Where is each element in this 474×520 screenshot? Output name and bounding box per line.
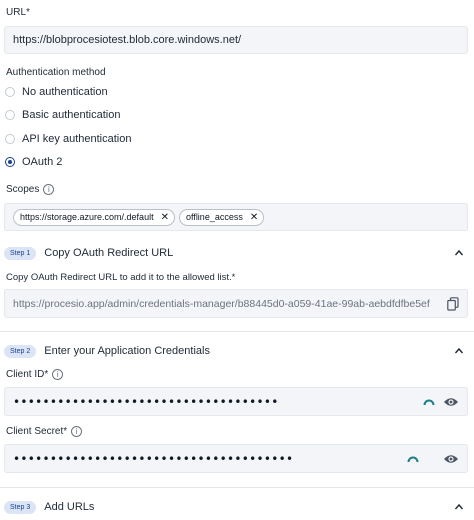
radio-label: No authentication xyxy=(22,86,108,98)
client-secret-value: •••••••••••••••••••••••••••••••••••••• xyxy=(13,451,294,466)
step2-header[interactable]: Step 2 Enter your Application Credential… xyxy=(4,343,470,359)
radio-button[interactable] xyxy=(5,87,15,97)
eye-icon[interactable] xyxy=(443,396,459,408)
scope-chip: https://storage.azure.com/.default ✕ xyxy=(13,208,175,226)
remove-chip-icon[interactable]: ✕ xyxy=(161,212,169,223)
url-value: https://blobprocesiotest.blob.core.windo… xyxy=(13,34,242,46)
client-secret-input[interactable]: •••••••••••••••••••••••••••••••••••••• xyxy=(4,444,468,473)
radio-no-auth[interactable]: No authentication xyxy=(5,86,108,98)
info-icon[interactable]: i xyxy=(71,426,83,437)
step-badge: Step 2 xyxy=(4,344,37,358)
client-secret-label: Client Secret* i xyxy=(6,426,83,437)
divider xyxy=(0,331,474,332)
redirect-url-value: https://procesio.app/admin/credentials-m… xyxy=(13,297,430,310)
copy-icon[interactable] xyxy=(447,296,459,311)
eye-icon[interactable] xyxy=(443,453,459,465)
loading-spinner-icon xyxy=(407,456,419,463)
scope-chip: offline_access ✕ xyxy=(178,208,265,226)
auth-method-label: Authentication method xyxy=(6,67,106,78)
radio-basic-auth[interactable]: Basic authentication xyxy=(5,109,120,121)
client-id-input[interactable]: •••••••••••••••••••••••••••••••••••• xyxy=(4,387,468,416)
radio-label: API key authentication xyxy=(22,133,132,145)
chevron-up-icon[interactable] xyxy=(454,502,464,512)
step3-header[interactable]: Step 3 Add URLs xyxy=(4,499,470,515)
info-icon[interactable]: i xyxy=(43,184,55,195)
redirect-url-label: Copy OAuth Redirect URL to add it to the… xyxy=(6,272,236,283)
scope-chip-label: https://storage.azure.com/.default xyxy=(20,212,154,222)
redirect-url-field[interactable]: https://procesio.app/admin/credentials-m… xyxy=(4,289,468,318)
remove-chip-icon[interactable]: ✕ xyxy=(250,212,258,223)
url-input[interactable]: https://blobprocesiotest.blob.core.windo… xyxy=(4,26,468,54)
url-label: URL* xyxy=(6,7,30,18)
step-title: Copy OAuth Redirect URL xyxy=(44,247,174,259)
radio-button[interactable] xyxy=(5,110,15,120)
radio-button-checked[interactable] xyxy=(5,157,15,167)
radio-label: OAuth 2 xyxy=(22,156,63,168)
chevron-up-icon[interactable] xyxy=(454,346,464,356)
radio-oauth2[interactable]: OAuth 2 xyxy=(5,156,62,168)
divider xyxy=(0,487,474,488)
scope-chip-label: offline_access xyxy=(185,212,243,222)
scopes-label: Scopes i xyxy=(6,184,55,195)
step-badge: Step 3 xyxy=(4,500,37,514)
step-title: Enter your Application Credentials xyxy=(44,345,210,357)
loading-spinner-icon xyxy=(423,399,435,406)
radio-button[interactable] xyxy=(5,134,15,144)
radio-api-key-auth[interactable]: API key authentication xyxy=(5,133,131,145)
info-icon[interactable]: i xyxy=(52,369,64,380)
client-id-label: Client ID* i xyxy=(6,369,64,380)
step-badge: Step 1 xyxy=(4,246,37,260)
step1-header[interactable]: Step 1 Copy OAuth Redirect URL xyxy=(4,245,470,261)
step-title: Add URLs xyxy=(44,501,95,513)
radio-label: Basic authentication xyxy=(22,109,121,121)
client-id-value: •••••••••••••••••••••••••••••••••••• xyxy=(13,394,279,409)
scopes-input[interactable]: https://storage.azure.com/.default ✕ off… xyxy=(4,203,468,231)
chevron-up-icon[interactable] xyxy=(454,248,464,258)
